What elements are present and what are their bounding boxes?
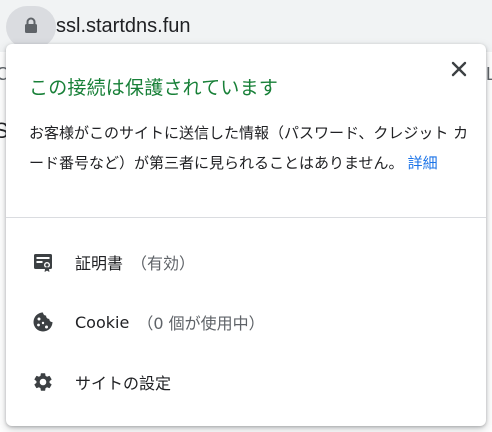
certificate-icon bbox=[31, 250, 55, 274]
site-settings-label: サイトの設定 bbox=[75, 374, 172, 393]
url-text[interactable]: ssl.startdns.fun bbox=[56, 13, 191, 39]
lock-icon bbox=[24, 17, 38, 37]
security-description-text: お客様がこのサイトに送信した情報（パスワード、クレジット カード番号など）が第三… bbox=[29, 124, 469, 172]
close-button[interactable] bbox=[446, 58, 472, 84]
certificate-label: 証明書 bbox=[75, 254, 124, 273]
security-description: お客様がこのサイトに送信した情報（パスワード、クレジット カード番号など）が第三… bbox=[29, 118, 469, 178]
cookie-row[interactable]: Cookie （0 個が使用中） bbox=[6, 298, 486, 346]
details-link[interactable]: 詳細 bbox=[408, 154, 438, 172]
cookie-label: Cookie bbox=[75, 312, 130, 332]
divider bbox=[6, 217, 486, 218]
background-page-text: L bbox=[485, 64, 492, 84]
certificate-row[interactable]: 証明書 （有効） bbox=[6, 238, 486, 286]
cookie-icon bbox=[31, 310, 55, 334]
close-icon bbox=[451, 61, 467, 81]
page-info-bubble: この接続は保護されています お客様がこのサイトに送信した情報（パスワード、クレジ… bbox=[6, 44, 486, 426]
site-settings-row[interactable]: サイトの設定 bbox=[6, 358, 486, 406]
site-info-button[interactable] bbox=[6, 6, 56, 48]
gear-icon bbox=[31, 370, 55, 394]
connection-secure-title: この接続は保護されています bbox=[29, 77, 279, 99]
certificate-status: （有効） bbox=[131, 254, 196, 273]
cookie-count: （0 個が使用中） bbox=[137, 314, 265, 333]
